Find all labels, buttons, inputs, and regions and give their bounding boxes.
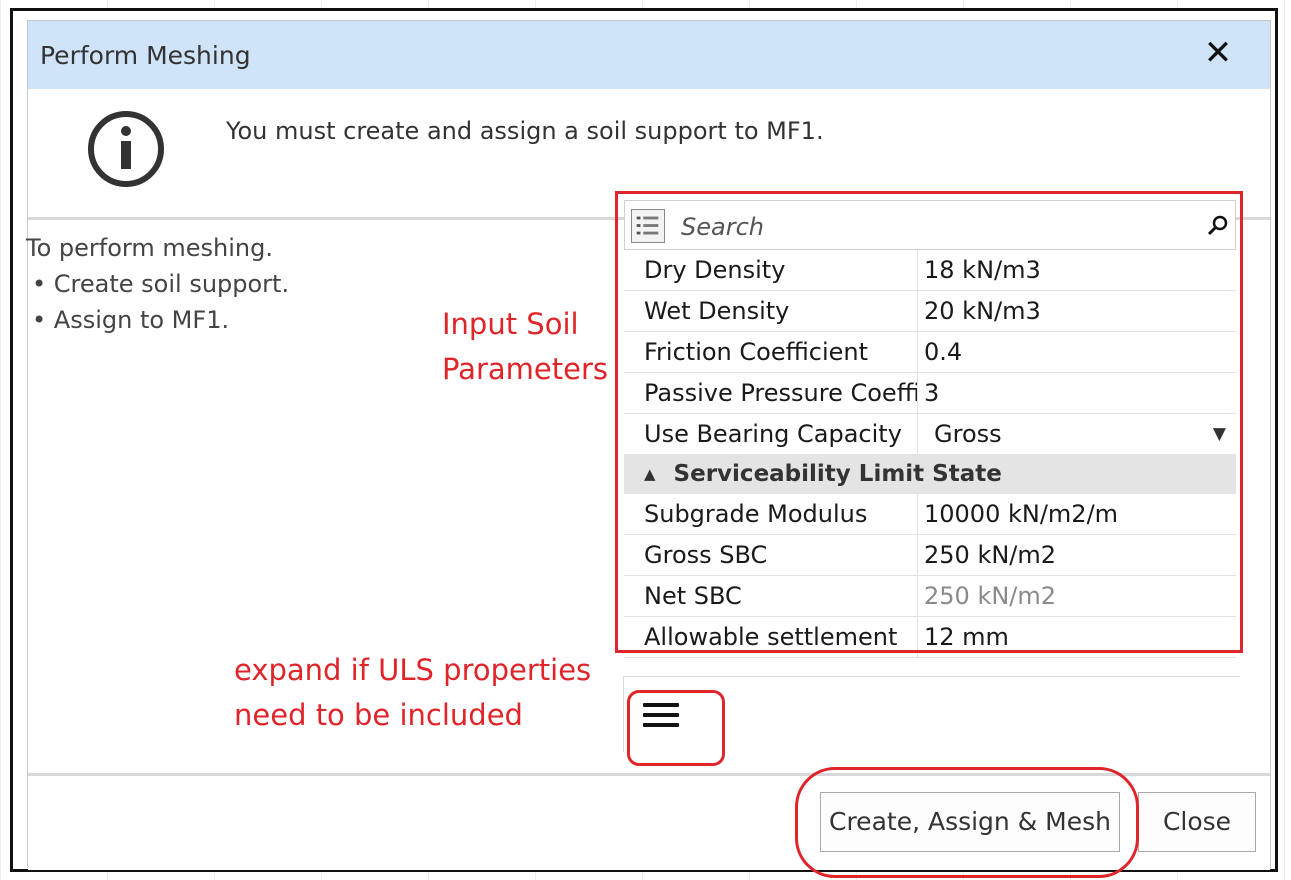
annotation-expand-uls: expand if ULS properties need to be incl…: [234, 648, 591, 738]
message-text: You must create and assign a soil suppor…: [226, 117, 824, 145]
dialog-title: Perform Meshing: [40, 41, 251, 70]
annotation-outline-create-button: [795, 767, 1139, 878]
annotation-outline-properties: [615, 191, 1243, 653]
dialog-titlebar: Perform Meshing ✕: [28, 21, 1270, 89]
instruction-step: • Assign to MF1.: [32, 306, 230, 334]
instruction-step: • Create soil support.: [32, 270, 290, 298]
annotation-line: Parameters: [442, 352, 608, 386]
close-button[interactable]: Close: [1138, 792, 1256, 852]
annotation-line: expand if ULS properties: [234, 653, 592, 687]
instructions-heading: To perform meshing.: [26, 234, 273, 262]
info-icon: [88, 111, 164, 187]
close-icon[interactable]: ✕: [1196, 31, 1240, 75]
annotation-line: Input Soil: [442, 307, 579, 341]
annotation-line: need to be included: [234, 698, 523, 732]
divider: [623, 676, 624, 752]
annotation-outline-expand: [627, 690, 725, 766]
annotation-input-soil: Input Soil Parameters: [442, 302, 608, 392]
instructions: To perform meshing. • Create soil suppor…: [26, 230, 289, 338]
